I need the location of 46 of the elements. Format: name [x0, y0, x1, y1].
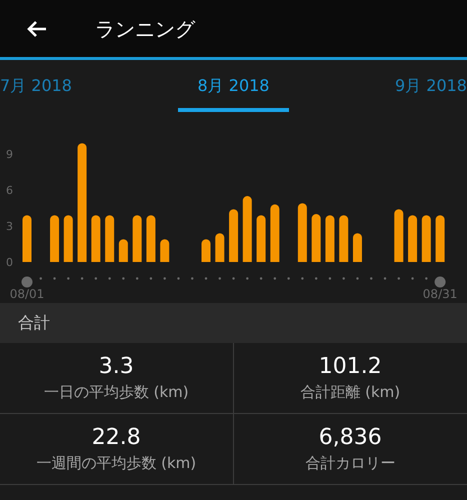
chart-bar [436, 215, 445, 262]
chart-bar [50, 215, 60, 262]
chart-bar [202, 239, 210, 262]
chart-bar [22, 215, 32, 262]
month-tab[interactable]: 7月 2018 [0, 60, 72, 112]
stat-label: 合計距離 (km) [300, 382, 400, 403]
x-axis-label: 08/31 [422, 287, 458, 301]
x-axis-label: 08/01 [10, 287, 44, 301]
chart-bar [160, 239, 170, 262]
back-arrow-icon[interactable] [26, 20, 48, 38]
chart-bar [91, 215, 100, 262]
chart-bar [312, 214, 321, 262]
chart-bar [229, 209, 238, 262]
stat-label: 一日の平均歩数 (km) [44, 382, 189, 403]
y-axis-label: 3 [6, 220, 13, 233]
y-axis-label: 0 [6, 256, 13, 269]
chart-bar [352, 233, 362, 262]
stat-value: 22.8 [92, 424, 141, 452]
chart-bar [422, 215, 431, 262]
stat-value: 101.2 [318, 352, 382, 381]
stat-label: 合計カロリー [305, 452, 396, 474]
chart-bar [242, 196, 252, 262]
stat-label: 一週間の平均歩数 (km) [36, 452, 196, 474]
range-handle[interactable] [22, 276, 32, 288]
y-axis-label: 6 [6, 184, 13, 197]
month-tab[interactable]: 9月 2018 [395, 60, 467, 112]
chart-bar [339, 215, 348, 262]
section-title: 合計 [18, 312, 50, 334]
chart-bar [146, 215, 156, 262]
chart-bar [394, 209, 404, 262]
range-handle[interactable] [434, 276, 446, 288]
chart-bar [325, 215, 334, 262]
chart-bar [105, 215, 114, 262]
chart-bar [118, 239, 128, 262]
chart-bar [256, 215, 266, 262]
chart-bar [132, 215, 142, 262]
chart-bar [64, 215, 73, 262]
chart-bar [298, 203, 307, 262]
month-tab[interactable]: 8月 2018 [178, 60, 290, 112]
stat-value: 3.3 [98, 352, 134, 381]
chart-bar [270, 204, 280, 262]
screen-title: ランニング [95, 16, 195, 42]
stat-value: 6,836 [318, 424, 382, 452]
chart-bar [215, 233, 224, 262]
chart-bar [408, 215, 418, 262]
y-axis-label: 9 [6, 148, 13, 161]
